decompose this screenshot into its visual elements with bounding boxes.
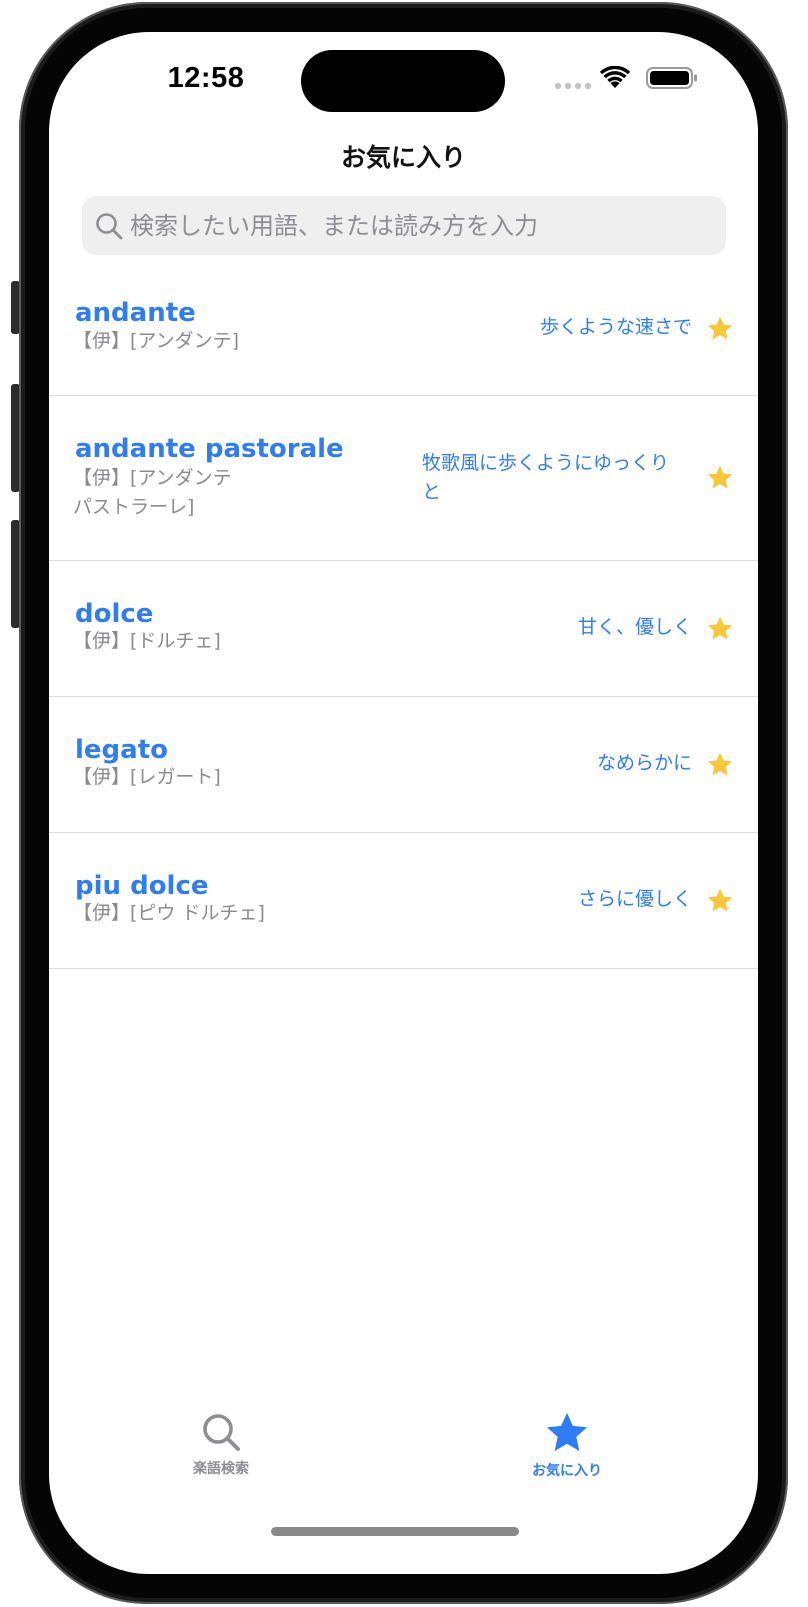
list-item[interactable]: andante pastorale 【伊】[アンダンテ パストラーレ] 牧歌風に… [49, 396, 758, 561]
term-reading: 【伊】[アンダンテ パストラーレ] [73, 467, 232, 518]
star-icon[interactable] [706, 315, 734, 343]
status-time: 12:58 [167, 62, 245, 94]
list-item[interactable]: legato 【伊】[レガート] なめらかに [49, 697, 758, 833]
list-item[interactable]: andante 【伊】[アンダンテ] 歩くような速さで [49, 268, 758, 396]
search-icon [203, 1414, 240, 1451]
term-name: piu dolce [75, 871, 209, 901]
wifi-icon [599, 66, 631, 88]
term-meaning: 牧歌風に歩くようにゆっくり と [422, 452, 670, 503]
term-meaning: 歩くような速さで [539, 316, 692, 338]
app-screen: 12:58 お気に入り andante 【伊】[アンダンテ] 歩くような速さで [49, 32, 758, 1574]
list-item[interactable]: dolce 【伊】[ドルチェ] 甘く、優しく [49, 561, 758, 697]
term-name: legato [75, 735, 168, 765]
tab-favorites[interactable]: お気に入り [497, 1412, 637, 1480]
term-reading: 【伊】[レガート] [73, 766, 221, 788]
term-name: andante pastorale [75, 434, 344, 464]
star-icon[interactable] [706, 464, 734, 492]
term-reading: 【伊】[ピウ ドルチェ] [73, 902, 265, 924]
star-icon[interactable] [706, 751, 734, 779]
list-item[interactable]: piu dolce 【伊】[ピウ ドルチェ] さらに優しく [49, 833, 758, 969]
tab-label: 楽語検索 [193, 1461, 249, 1477]
page-title: お気に入り [340, 143, 466, 172]
star-icon[interactable] [706, 615, 734, 643]
cellular-signal-icon [554, 82, 592, 90]
term-meaning: さらに優しく [577, 888, 692, 910]
search-input[interactable] [130, 196, 710, 255]
star-icon [546, 1412, 588, 1452]
term-meaning: なめらかに [596, 752, 692, 774]
home-indicator[interactable] [271, 1527, 519, 1536]
star-icon[interactable] [706, 887, 734, 915]
term-name: dolce [75, 599, 154, 629]
term-reading: 【伊】[アンダンテ] [73, 330, 240, 352]
dynamic-island [301, 50, 505, 112]
term-name: andante [75, 298, 196, 328]
tab-search[interactable]: 楽語検索 [151, 1412, 291, 1478]
search-bar[interactable] [82, 196, 726, 255]
search-icon [96, 213, 123, 240]
term-reading: 【伊】[ドルチェ] [73, 630, 221, 652]
tab-label: お気に入り [532, 1463, 602, 1479]
term-meaning: 甘く、優しく [577, 616, 692, 638]
battery-icon [646, 67, 697, 89]
